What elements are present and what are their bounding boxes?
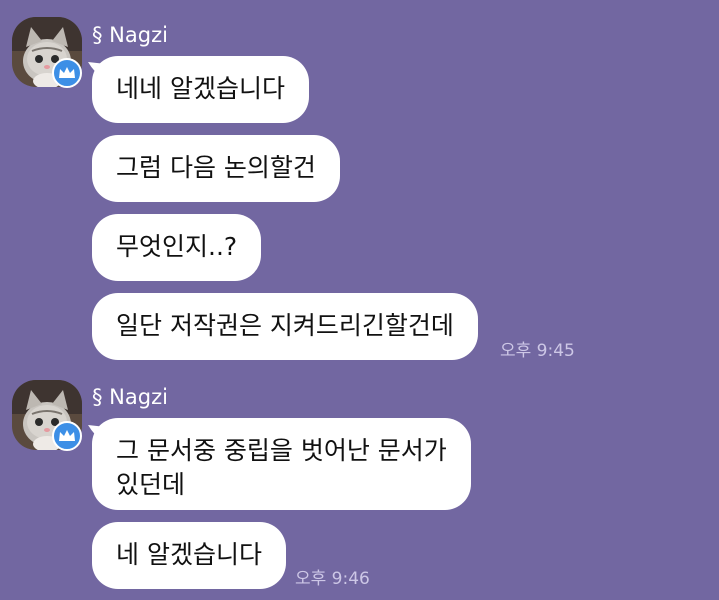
message-bubble[interactable]: 네네 알겠습니다 [92, 56, 309, 123]
message-timestamp: 오후 9:46 [295, 569, 370, 589]
sender-name[interactable]: § Nagzi [92, 384, 168, 410]
message-bubble[interactable]: 일단 저작권은 지켜드리긴할건데 [92, 293, 478, 360]
message-bubble[interactable]: 그 문서중 중립을 벗어난 문서가 있던데 [92, 418, 471, 510]
message-timestamp: 오후 9:45 [500, 341, 575, 361]
crown-icon [52, 421, 82, 451]
message-bubble[interactable]: 무엇인지..? [92, 214, 262, 281]
sender-name[interactable]: § Nagzi [92, 22, 168, 48]
message-bubble[interactable]: 네 알겠습니다 [92, 522, 286, 589]
crown-icon [52, 58, 82, 88]
message-bubble[interactable]: 그럼 다음 논의할건 [92, 135, 340, 202]
